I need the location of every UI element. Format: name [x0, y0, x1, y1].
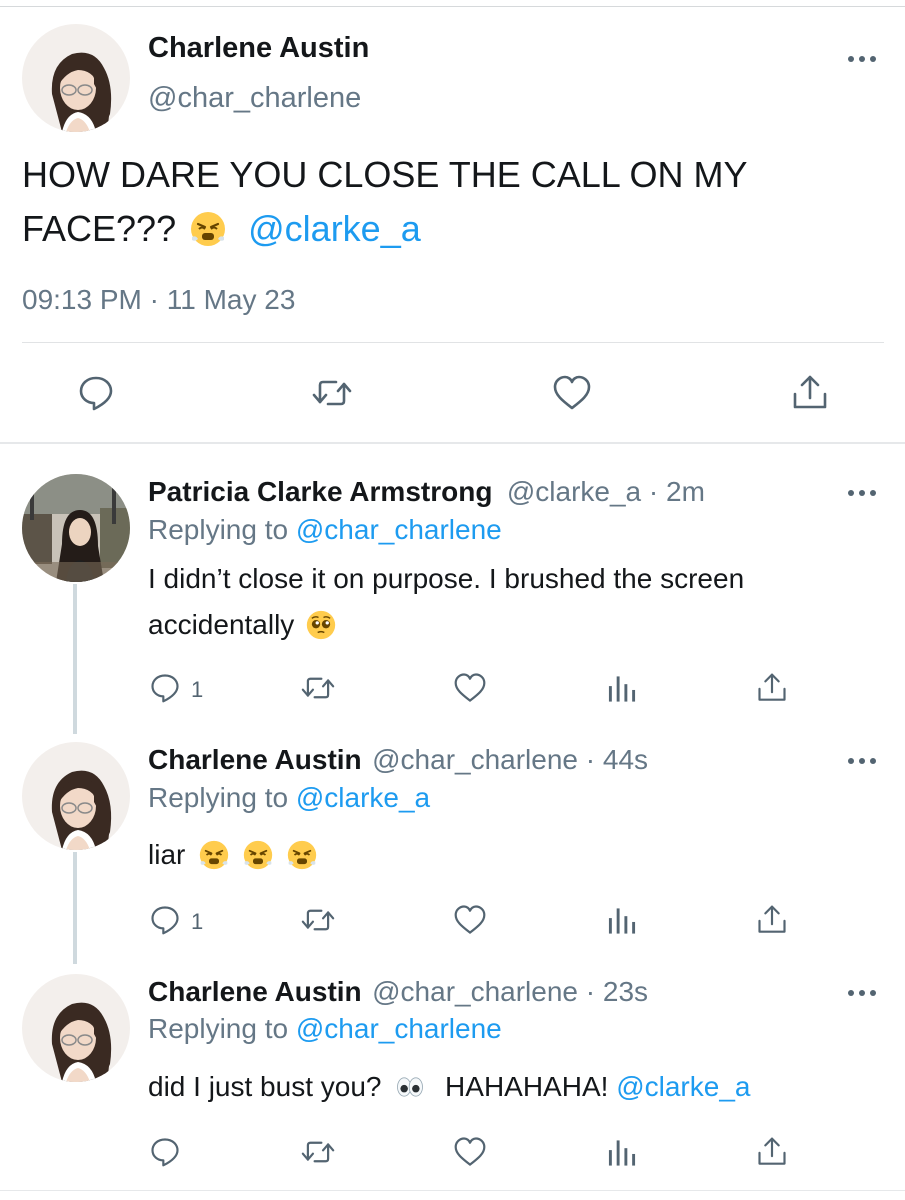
reply1-text-line1: I didn’t close it on purpose. I brushed … — [148, 563, 745, 594]
huffing-face-emoji — [199, 839, 230, 870]
reply1-header: Patricia Clarke Armstrong @clarke_a · 2m — [148, 476, 705, 508]
reply1-more-icon[interactable] — [848, 490, 876, 498]
reply2-views-icon[interactable] — [607, 906, 637, 936]
reply1-reply-icon[interactable] — [150, 672, 180, 704]
reply1-author-name[interactable]: Patricia Clarke Armstrong — [148, 476, 492, 507]
thread-line — [73, 584, 77, 734]
reply3-text-after: HAHAHAHA! — [445, 1071, 609, 1102]
reply2-reply-icon[interactable] — [150, 904, 180, 936]
reply3-share-icon[interactable] — [757, 1136, 787, 1168]
main-tweet-text: HOW DARE YOU CLOSE THE CALL ON MY FACE??… — [22, 148, 882, 256]
reply3-reply-icon[interactable] — [150, 1136, 180, 1168]
reply1-replying-to: Replying to @char_charlene — [148, 514, 502, 546]
main-author-handle[interactable]: @char_charlene — [148, 82, 361, 115]
replying-label: Replying to — [148, 782, 289, 813]
main-divider — [22, 342, 884, 343]
replying-label: Replying to — [148, 1013, 289, 1044]
reply3-replying-to: Replying to @char_charlene — [148, 1013, 502, 1045]
main-tweet-mention[interactable]: @clarke_a — [248, 208, 421, 249]
reply2-like-icon[interactable] — [453, 904, 487, 936]
main-retweet-icon[interactable] — [312, 374, 352, 412]
main-reply-icon[interactable] — [78, 374, 114, 412]
reply2-reply-count: 1 — [191, 909, 204, 934]
reply3-text-body: did I just bust you? — [148, 1071, 382, 1102]
section-divider — [0, 442, 905, 444]
main-like-icon[interactable] — [552, 374, 592, 412]
replying-label: Replying to — [148, 514, 289, 545]
reply3-text: did I just bust you? HAHAHAHA! @clarke_a — [148, 1064, 750, 1110]
reply3-avatar[interactable] — [22, 974, 130, 1082]
reply1-text-line2: accidentally — [148, 602, 337, 648]
reply3-mention[interactable]: @clarke_a — [616, 1071, 750, 1102]
reply1-avatar[interactable] — [22, 474, 130, 582]
main-timestamp[interactable]: 09:13 PM · 11 May 23 — [22, 284, 295, 316]
main-author-avatar[interactable] — [22, 24, 130, 132]
reply2-author-name[interactable]: Charlene Austin — [148, 744, 362, 775]
reply3-like-icon[interactable] — [453, 1136, 487, 1168]
reply2-text-body: liar — [148, 839, 186, 870]
reply2-replying-to: Replying to @clarke_a — [148, 782, 430, 814]
reply1-share-icon[interactable] — [757, 672, 787, 704]
reply3-handle-time[interactable]: @char_charlene · 23s — [372, 976, 648, 1007]
eyes-emoji — [395, 1072, 425, 1102]
huffing-face-emoji — [242, 839, 273, 870]
reply1-retweet-icon[interactable] — [300, 672, 336, 704]
huffing-face-emoji — [286, 839, 317, 870]
huffing-face-emoji — [190, 211, 227, 248]
pleading-face-emoji — [306, 609, 337, 640]
main-author-name[interactable]: Charlene Austin — [148, 32, 369, 65]
reply2-share-icon[interactable] — [757, 904, 787, 936]
main-share-icon[interactable] — [792, 374, 828, 412]
reply1-handle-time[interactable]: @clarke_a · 2m — [507, 476, 705, 507]
reply2-retweet-icon[interactable] — [300, 904, 336, 936]
reply2-header: Charlene Austin @char_charlene · 44s — [148, 744, 648, 776]
reply2-more-icon[interactable] — [848, 758, 876, 766]
reply3-retweet-icon[interactable] — [300, 1136, 336, 1168]
reply2-text: liar — [148, 832, 317, 878]
top-divider — [0, 6, 905, 7]
reply3-more-icon[interactable] — [848, 990, 876, 998]
reply2-avatar[interactable] — [22, 742, 130, 850]
thread-line — [73, 852, 77, 964]
reply1-text-line2-body: accidentally — [148, 609, 295, 640]
reply3-author-name[interactable]: Charlene Austin — [148, 976, 362, 1007]
reply1-reply-count: 1 — [191, 677, 204, 702]
replying-mention[interactable]: @char_charlene — [296, 1013, 502, 1044]
reply2-handle-time[interactable]: @char_charlene · 44s — [372, 744, 648, 775]
reply1-views-icon[interactable] — [607, 674, 637, 704]
reply3-views-icon[interactable] — [607, 1138, 637, 1168]
replying-mention[interactable]: @clarke_a — [296, 782, 430, 813]
bottom-divider — [0, 1190, 905, 1191]
reply3-header: Charlene Austin @char_charlene · 23s — [148, 976, 648, 1008]
main-more-icon[interactable] — [848, 56, 876, 64]
replying-mention[interactable]: @char_charlene — [296, 514, 502, 545]
reply1-like-icon[interactable] — [453, 672, 487, 704]
